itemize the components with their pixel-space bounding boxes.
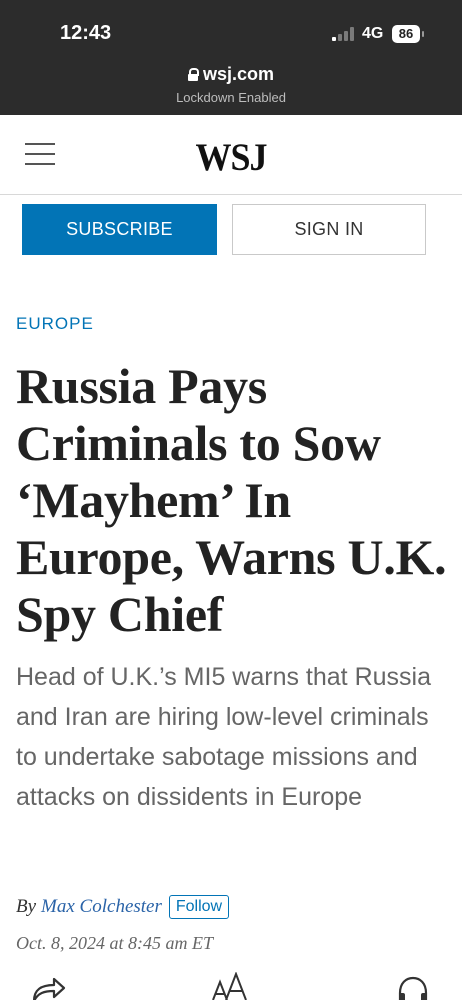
byline: By Max Colchester Follow xyxy=(16,895,230,919)
battery-level: 86 xyxy=(398,26,414,41)
article-headline: Russia Pays Criminals to Sow ‘Mayhem’ In… xyxy=(16,358,447,642)
share-icon[interactable] xyxy=(30,975,66,1000)
site-header: WSJ xyxy=(0,115,462,195)
sign-in-button[interactable]: SIGN IN xyxy=(232,204,426,255)
url-text: wsj.com xyxy=(202,64,275,84)
publish-date: Oct. 8, 2024 at 8:45 am ET xyxy=(16,933,213,953)
text-size-icon[interactable] xyxy=(210,972,248,1000)
byline-prefix: By xyxy=(16,896,37,917)
subscribe-button[interactable]: SUBSCRIBE xyxy=(22,204,217,255)
lock-icon xyxy=(187,68,199,81)
follow-button[interactable]: Follow xyxy=(168,895,230,919)
browser-chrome: 12:43 4G 86 wsj.com Lockdown Enabled xyxy=(0,0,462,115)
address-bar[interactable]: wsj.com xyxy=(0,64,462,85)
battery-icon: 86 xyxy=(392,25,424,43)
section-label[interactable]: EUROPE xyxy=(16,314,94,334)
status-time: 12:43 xyxy=(60,22,112,44)
lockdown-status: Lockdown Enabled xyxy=(176,90,286,105)
wsj-logo[interactable]: WSJ xyxy=(0,134,462,180)
listen-icon[interactable] xyxy=(396,975,430,1000)
author-link[interactable]: Max Colchester xyxy=(41,896,162,918)
network-type: 4G xyxy=(362,25,384,42)
cellular-signal-icon xyxy=(332,27,356,41)
article-summary: Head of U.K.’s MI5 warns that Russia and… xyxy=(16,663,431,811)
